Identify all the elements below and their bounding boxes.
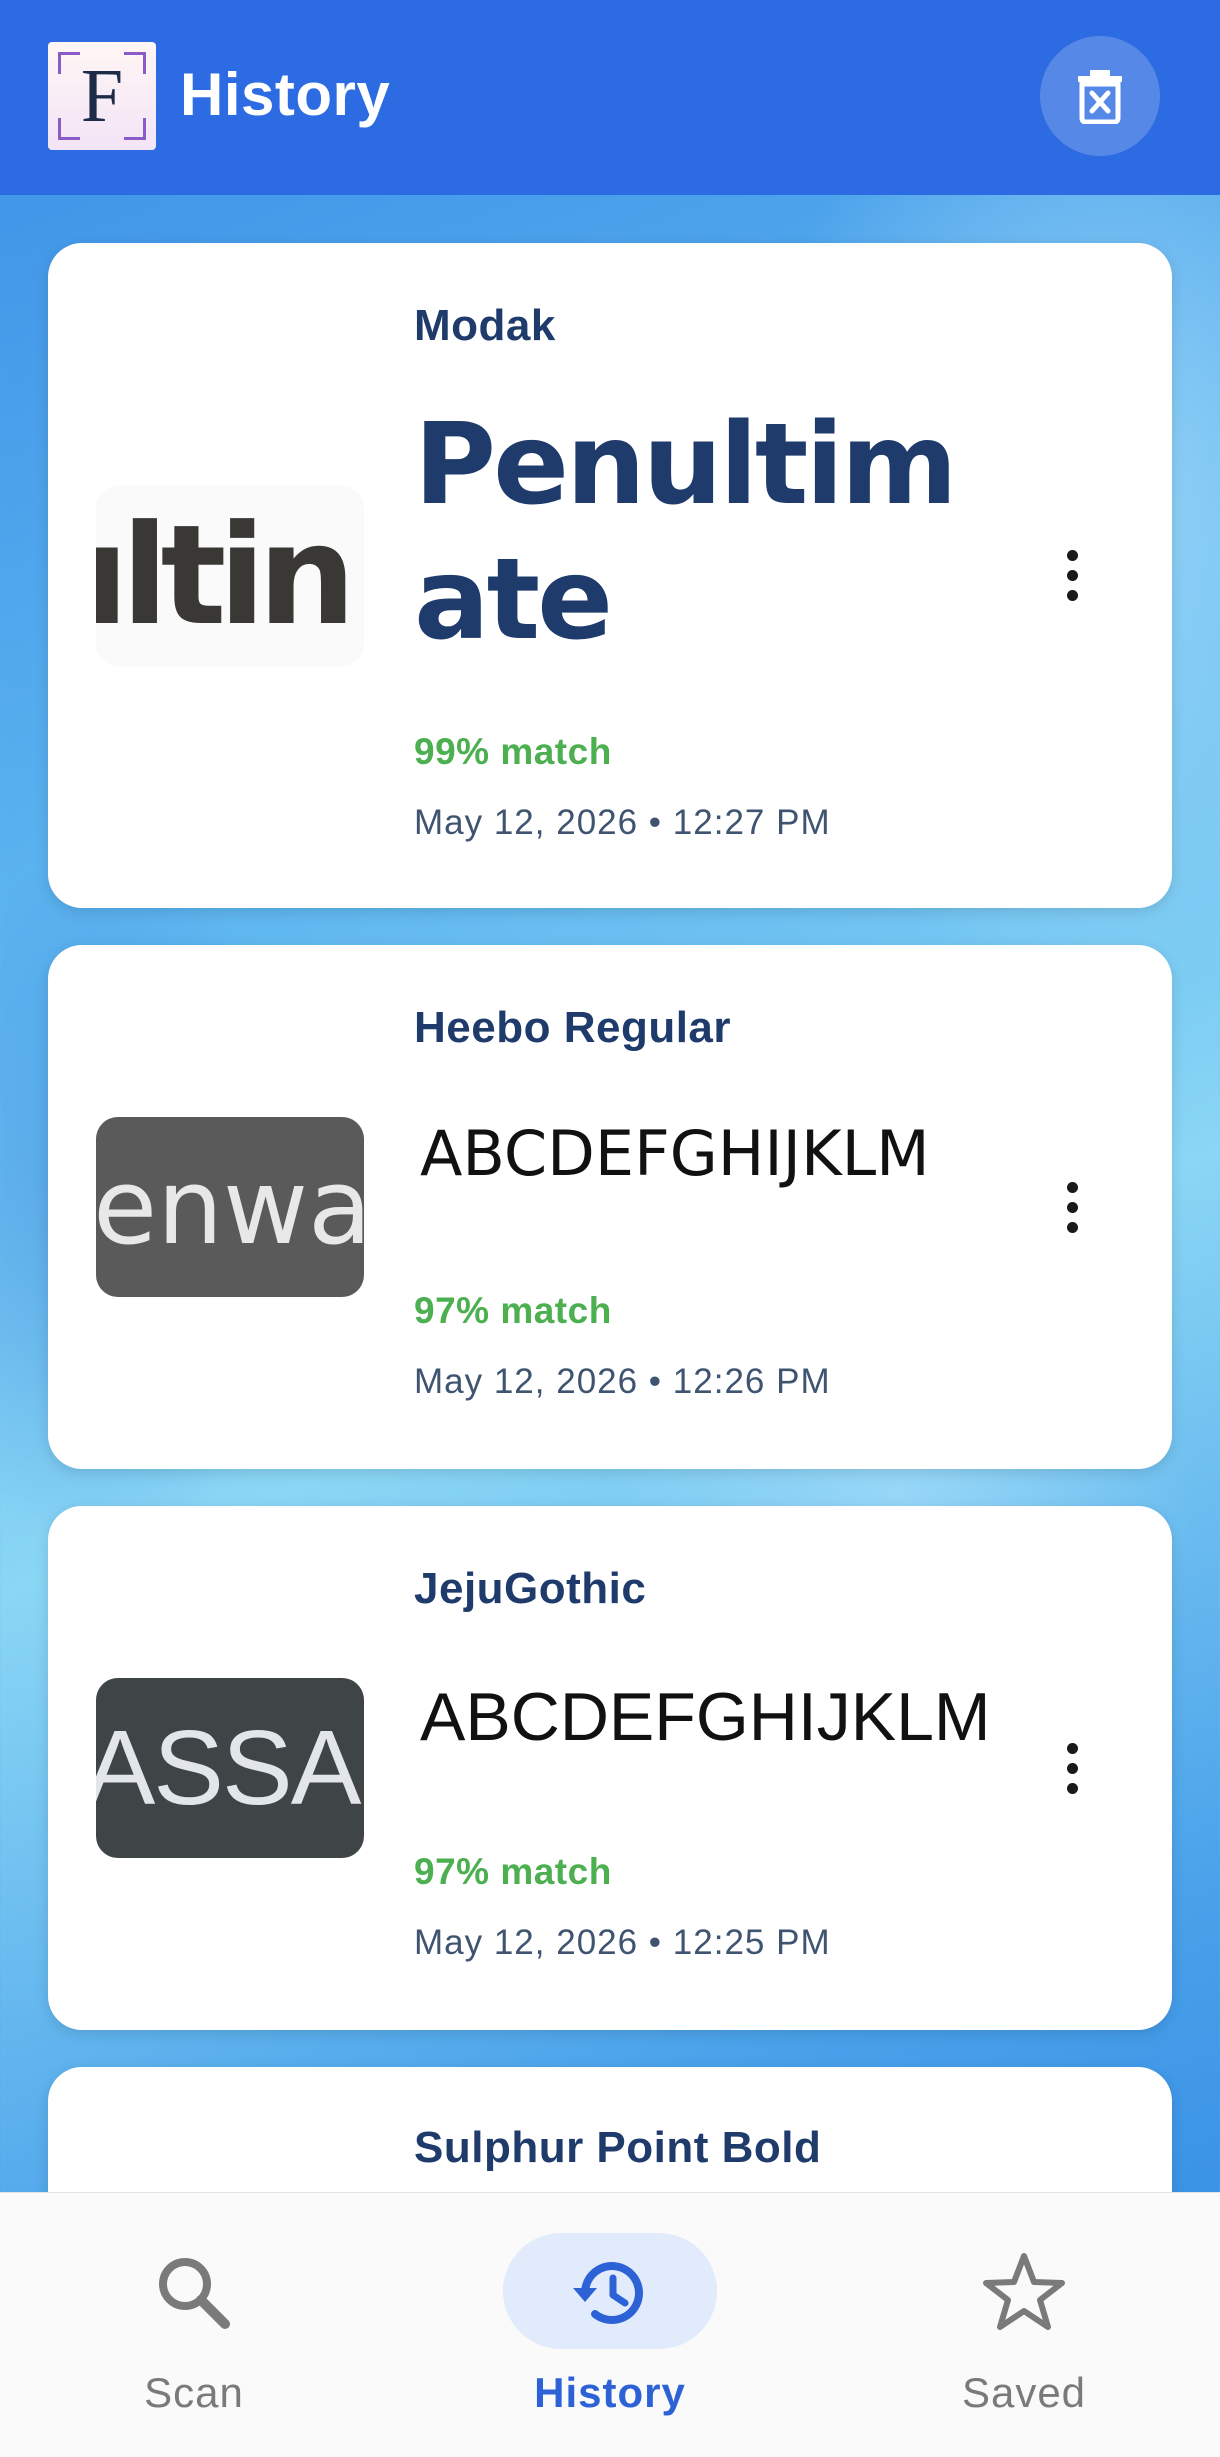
search-icon	[159, 2258, 230, 2329]
nav-label: Saved	[961, 2369, 1087, 2416]
font-name: Heebo Regular	[414, 1003, 732, 1052]
more-vert-icon	[1066, 1742, 1078, 1754]
font-sample: Penultim ate	[414, 398, 958, 668]
font-sample: ABCDEFGHIJKLM	[420, 1117, 930, 1190]
match-percent: 99% match	[414, 731, 612, 772]
app-logo-letter: F	[80, 54, 124, 138]
match-percent: 97% match	[414, 1851, 612, 1892]
clear-history-button[interactable]	[1040, 36, 1160, 156]
more-vert-icon	[1066, 549, 1078, 561]
history-icon	[573, 2262, 643, 2324]
nav-item-scan[interactable]: Scan	[44, 2193, 344, 2457]
history-card[interactable]: ıltin Modak Penultim ate 99% match May 1…	[48, 243, 1172, 908]
star-icon	[983, 2253, 1065, 2330]
sample-thumbnail: ienwa	[96, 1117, 364, 1297]
scan-date: May 12, 2026 • 12:26 PM	[414, 1362, 831, 1401]
scan-date: May 12, 2026 • 12:25 PM	[414, 1923, 831, 1962]
nav-label: Scan	[144, 2369, 244, 2416]
bottom-navigation: Scan History Saved	[0, 2192, 1220, 2457]
match-percent: 97% match	[414, 1290, 612, 1331]
more-vert-icon	[1066, 1181, 1078, 1193]
delete-all-icon	[1078, 70, 1122, 124]
font-name: Modak	[414, 301, 556, 350]
font-sample-line: Penultim	[414, 400, 958, 530]
nav-label: History	[534, 2369, 686, 2416]
more-options-button[interactable]	[1048, 535, 1096, 615]
sample-thumbnail: ASSA	[96, 1678, 364, 1858]
font-sample: ABCDEFGHIJKLM	[420, 1679, 991, 1755]
more-options-button[interactable]	[1048, 1728, 1096, 1808]
scan-date: May 12, 2026 • 12:27 PM	[414, 803, 831, 842]
more-options-button[interactable]	[1048, 1167, 1096, 1247]
history-card[interactable]: ienwa Heebo Regular ABCDEFGHIJKLM 97% ma…	[48, 945, 1172, 1469]
nav-item-history[interactable]: History	[460, 2193, 760, 2457]
nav-item-saved[interactable]: Saved	[874, 2193, 1174, 2457]
page-title: History	[180, 61, 391, 128]
thumbnail-text: ienwa	[96, 1146, 364, 1268]
font-sample-line: ate	[414, 535, 613, 665]
app-logo: F	[48, 42, 156, 150]
font-name: JejuGothic	[414, 1564, 647, 1613]
history-card[interactable]: ASSA JejuGothic ABCDEFGHIJKLM 97% match …	[48, 1506, 1172, 2030]
font-name: Sulphur Point Bold	[414, 2123, 822, 2172]
app-bar: F History	[0, 0, 1220, 195]
thumbnail-text: ıltin	[96, 495, 356, 656]
thumbnail-text: ASSA	[96, 1709, 361, 1827]
sample-thumbnail: ıltin	[96, 486, 364, 666]
